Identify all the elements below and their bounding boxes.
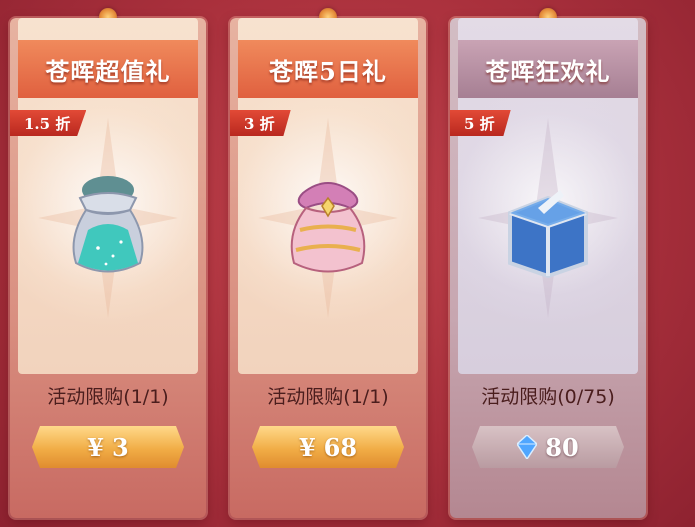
pack-panel: 苍晖超值礼 <box>18 18 198 374</box>
discount-badge: 1.5 折 <box>10 110 87 136</box>
yuan-currency-symbol: ¥ <box>298 432 316 462</box>
teal-gift-bag-icon <box>72 176 144 273</box>
pack-panel: 苍晖狂欢礼 <box>458 18 638 374</box>
pack-card-1[interactable]: 苍晖超值礼 1.5 折 活动限购(1/1) ¥ 3 <box>10 8 206 518</box>
discount-badge: 3 折 <box>230 110 291 136</box>
blue-treasure-chest-icon <box>508 190 588 279</box>
purchase-limit: 活动限购(0/75) <box>481 386 615 408</box>
pack-title: 苍晖超值礼 <box>18 40 198 98</box>
price-value: 68 <box>323 432 358 462</box>
pink-gift-bag-icon <box>290 182 366 273</box>
pack-title: 苍晖狂欢礼 <box>458 40 638 98</box>
price-value: 3 <box>112 432 129 462</box>
buy-button[interactable]: ¥ 68 <box>252 426 404 468</box>
discount-badge: 5 折 <box>450 110 511 136</box>
price-value: 80 <box>545 432 579 462</box>
pack-title: 苍晖5日礼 <box>238 40 418 98</box>
pack-panel: 苍晖5日礼 <box>238 18 418 374</box>
yuan-currency-symbol: ¥ <box>87 432 104 462</box>
purchase-limit: 活动限购(1/1) <box>47 386 169 408</box>
pack-card-3[interactable]: 苍晖狂欢礼 5 折 活动限购(0/75) 80 <box>450 8 646 518</box>
purchase-limit: 活动限购(1/1) <box>267 386 389 408</box>
buy-button[interactable]: 80 <box>472 426 624 468</box>
diamond-icon <box>517 435 537 459</box>
buy-button[interactable]: ¥ 3 <box>32 426 184 468</box>
pack-card-2[interactable]: 苍晖5日礼 3 折 活动限购(1/1) ¥ 68 <box>230 8 426 518</box>
